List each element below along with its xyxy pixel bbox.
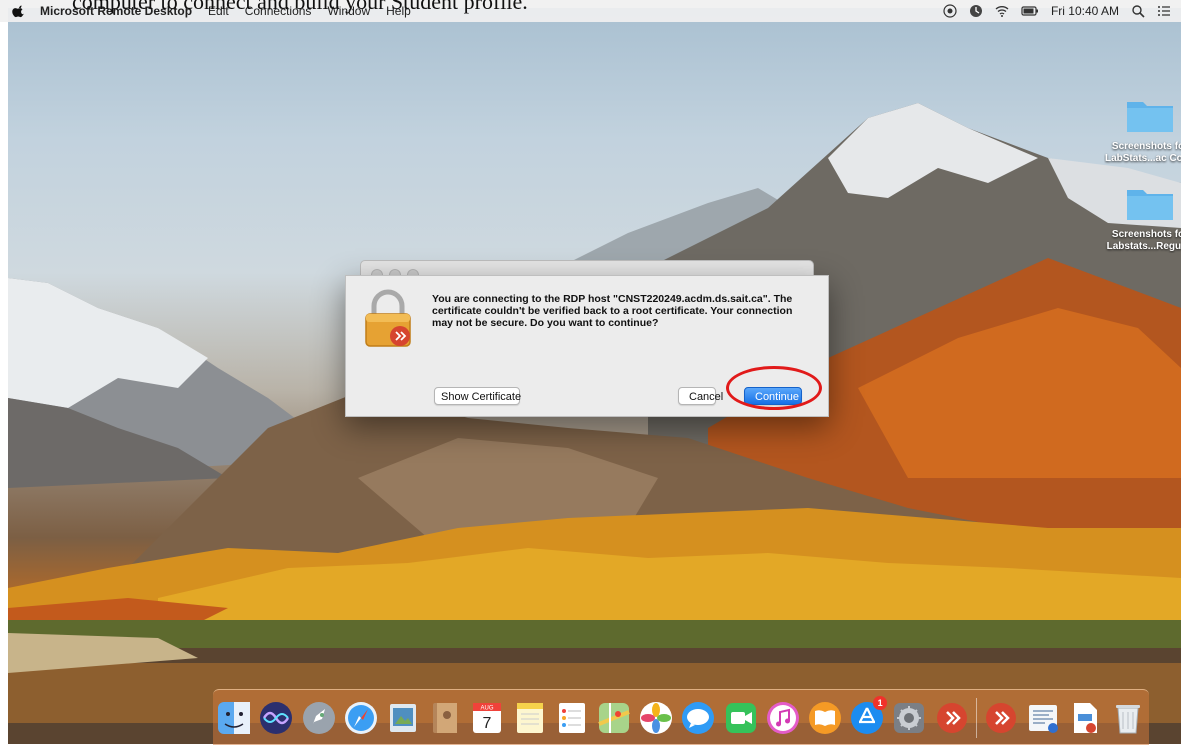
dock-remote-desktop-recent[interactable] xyxy=(983,700,1019,736)
messages-bubble-icon xyxy=(682,701,715,734)
apple-icon[interactable] xyxy=(12,4,26,18)
dialog-message: You are connecting to the RDP host "CNST… xyxy=(432,293,793,329)
screen-record-icon[interactable] xyxy=(943,4,957,18)
facetime-camera-icon xyxy=(725,702,756,733)
calendar-day: 7 xyxy=(483,715,492,732)
calendar-icon: AUG 7 xyxy=(473,702,502,733)
preview-icon xyxy=(389,703,416,732)
trash-icon xyxy=(1115,704,1140,733)
dock-facetime[interactable] xyxy=(723,700,759,736)
remote-desktop-icon xyxy=(936,702,967,733)
document-text-line: computer to connect and build your Stude… xyxy=(72,0,528,14)
notes-icon xyxy=(516,702,543,733)
rdp-file-icon xyxy=(1074,702,1098,733)
lock-icon xyxy=(365,289,411,347)
launchpad-rocket-icon xyxy=(302,701,335,734)
annotation-circle xyxy=(726,366,822,410)
app-store-badge: 1 xyxy=(873,695,888,710)
remote-desktop-icon xyxy=(985,702,1016,733)
dock-photos[interactable] xyxy=(638,700,674,736)
wifi-icon[interactable] xyxy=(995,4,1009,18)
dock-notes[interactable] xyxy=(512,700,548,736)
siri-icon xyxy=(260,701,293,734)
gear-icon xyxy=(894,702,925,733)
maps-icon xyxy=(598,702,630,733)
time-machine-icon[interactable] xyxy=(969,4,983,18)
cancel-button[interactable]: Cancel xyxy=(678,387,723,405)
dock: AUG 7 1 xyxy=(213,689,1149,745)
dock-messages[interactable] xyxy=(680,700,716,736)
dock-contacts[interactable] xyxy=(427,700,463,736)
folder-icon xyxy=(1127,190,1173,220)
dock-reminders[interactable] xyxy=(554,700,590,736)
dock-ibooks[interactable] xyxy=(807,700,843,736)
photos-pinwheel-icon xyxy=(640,701,673,734)
spotlight-icon[interactable] xyxy=(1131,4,1145,18)
menu-clock[interactable]: Fri 10:40 AM xyxy=(1051,4,1119,18)
dock-maps[interactable] xyxy=(596,700,632,736)
reminders-icon xyxy=(558,702,585,733)
dock-remote-desktop[interactable] xyxy=(934,700,970,736)
calendar-month: AUG xyxy=(481,705,494,711)
safari-compass-icon xyxy=(344,701,377,734)
dock-document-thumbnail[interactable] xyxy=(1025,700,1061,736)
dock-calendar[interactable]: AUG 7 xyxy=(469,700,505,736)
show-certificate-button[interactable]: Show Certificate xyxy=(434,387,521,405)
dock-safari[interactable] xyxy=(343,700,379,736)
dock-separator xyxy=(975,697,977,738)
folder-label-line2: LabStats...ac Conn xyxy=(1104,153,1181,164)
notification-center-icon[interactable] xyxy=(1157,4,1171,18)
document-icon xyxy=(1029,704,1059,733)
dock-finder[interactable] xyxy=(216,700,252,736)
dock-trash[interactable] xyxy=(1110,700,1146,736)
dock-launchpad[interactable] xyxy=(301,700,337,736)
dock-system-preferences[interactable] xyxy=(891,700,927,736)
desktop-folder-labstats-regular[interactable]: Screenshots for Labstats...Regular xyxy=(1104,184,1181,253)
battery-icon[interactable] xyxy=(1021,4,1039,18)
folder-label-line1: Screenshots for xyxy=(1111,229,1181,240)
desktop-folder-labstats-conn[interactable]: Screenshots for LabStats...ac Conn xyxy=(1104,96,1181,165)
menu-extras: Fri 10:40 AM xyxy=(943,0,1171,22)
contacts-book-icon xyxy=(433,702,458,733)
dock-app-store[interactable]: 1 xyxy=(849,695,888,736)
itunes-music-icon xyxy=(766,701,799,734)
folder-icon xyxy=(1127,102,1173,132)
folder-label-line2: Labstats...Regular xyxy=(1106,241,1181,252)
dock-rdp-file[interactable] xyxy=(1067,700,1103,736)
dock-preview[interactable] xyxy=(385,700,421,736)
folder-label-line1: Screenshots for xyxy=(1111,141,1181,152)
dock-siri[interactable] xyxy=(258,700,294,736)
ibooks-icon xyxy=(808,701,841,734)
dock-itunes[interactable] xyxy=(765,700,801,736)
finder-icon xyxy=(218,701,251,734)
